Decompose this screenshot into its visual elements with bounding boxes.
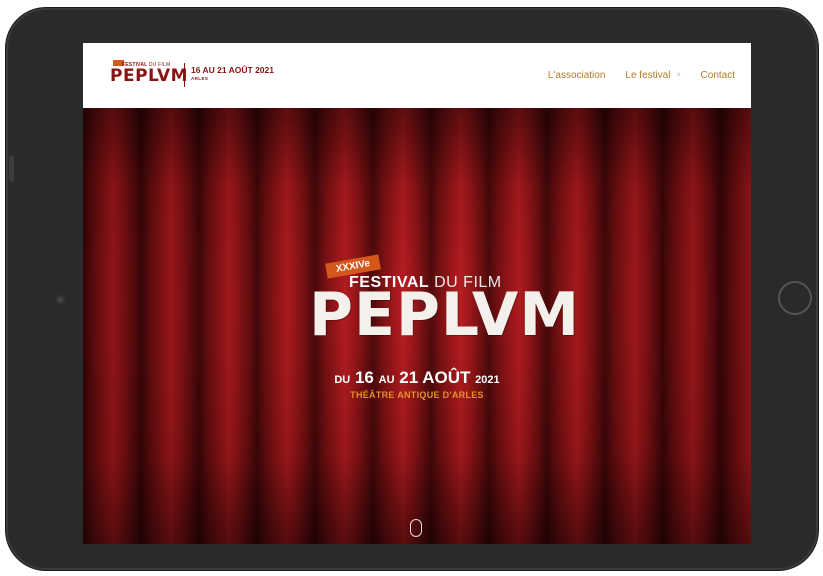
home-button[interactable]	[778, 281, 812, 315]
main-nav: L'association Le festival ˅ Contact	[528, 70, 735, 81]
hero-dates: DU 16 AU 21 AOÛT 2021	[334, 368, 500, 387]
nav-label: Contact	[700, 70, 735, 81]
scroll-down-icon[interactable]	[410, 519, 422, 537]
site-logo[interactable]: FESTIVAL DU FILM PEPLVM 16 AU 21 AOÛT 20…	[110, 57, 280, 93]
hero-section: XXXIVe FESTIVAL DU FILM PEPLVM DU 16 AU …	[83, 108, 751, 544]
nav-label: Le festival	[625, 70, 671, 81]
nav-label: L'association	[547, 70, 606, 81]
nav-item-association[interactable]: L'association	[548, 70, 606, 81]
tablet-side-button	[9, 156, 14, 182]
camera-icon	[56, 295, 65, 304]
logo-dates: 16 AU 21 AOÛT 2021	[191, 65, 274, 75]
nav-item-contact[interactable]: Contact	[701, 70, 735, 81]
logo-city: ARLES	[191, 76, 209, 81]
hero-title: PEPLVM	[309, 280, 581, 350]
logo-divider	[184, 63, 185, 87]
nav-item-festival[interactable]: Le festival ˅	[625, 70, 680, 81]
logo-peplum-text: PEPLVM	[110, 66, 189, 86]
chevron-down-icon: ˅	[676, 72, 681, 79]
site-header: FESTIVAL DU FILM PEPLVM 16 AU 21 AOÛT 20…	[83, 43, 751, 108]
website-screen: FESTIVAL DU FILM PEPLVM 16 AU 21 AOÛT 20…	[83, 43, 751, 544]
hero-venue: THÉÂTRE ANTIQUE D'ARLES	[350, 390, 484, 400]
